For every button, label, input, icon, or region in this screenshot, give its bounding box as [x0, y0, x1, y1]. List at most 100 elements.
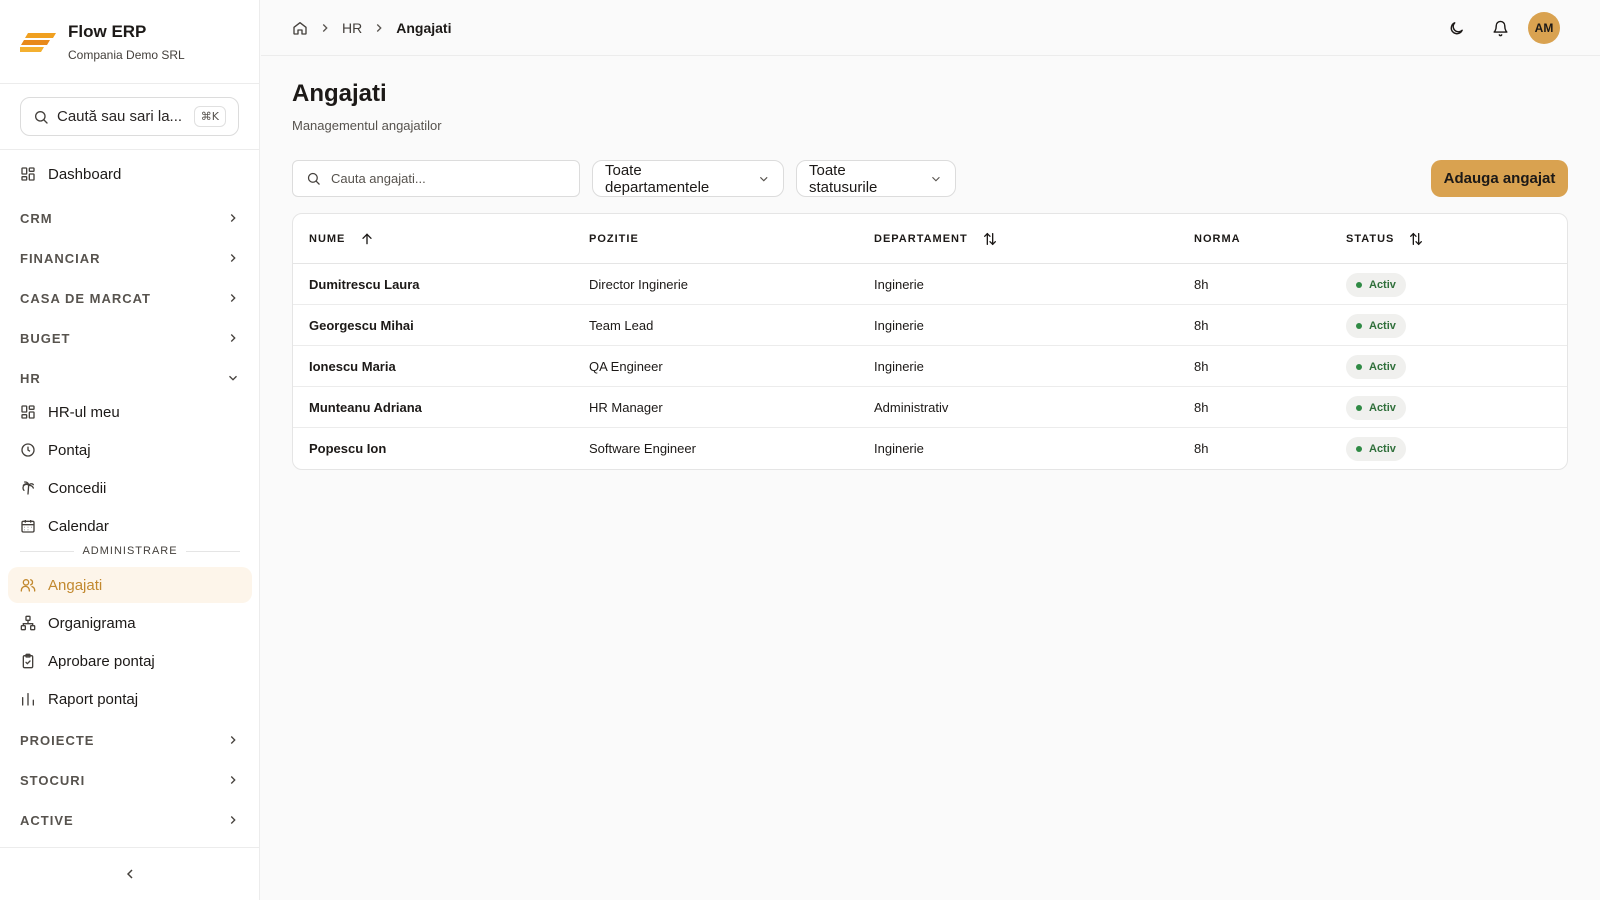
cell-position: HR Manager [589, 400, 663, 415]
table-header: NUME POZITIE DEPARTAMENT NORMA STATUS [293, 214, 1567, 264]
sidebar-item-aprobare-pontaj[interactable]: Aprobare pontaj [8, 643, 252, 679]
status-badge: Activ [1346, 395, 1406, 420]
chevron-down-icon [760, 176, 769, 181]
palm-tree-icon [22, 481, 34, 495]
column-label: DEPARTAMENT [874, 233, 968, 245]
sidebar-item-label: Aprobare pontaj [48, 652, 155, 670]
company-name: Compania Demo SRL [68, 47, 185, 62]
status-select[interactable]: Toate statusurile [796, 160, 956, 197]
department-select-value: Toate departamentele [605, 161, 710, 196]
sidebar-item-hr-ul-meu[interactable]: HR-ul meu [8, 394, 252, 430]
sort-icon [1410, 232, 1423, 246]
home-icon[interactable] [292, 20, 308, 36]
table-row[interactable]: Georgescu Mihai Team Lead Inginerie 8h A… [293, 305, 1567, 346]
chevron-right-icon [377, 23, 382, 32]
breadcrumb-current: Angajati [396, 19, 452, 36]
cell-position: Director Inginerie [589, 277, 688, 292]
employee-search-input[interactable] [331, 171, 561, 186]
search-icon [307, 172, 320, 185]
employee-search[interactable] [292, 160, 580, 197]
brand[interactable]: Flow ERP Compania Demo SRL [0, 0, 259, 84]
sidebar-item-raport-pontaj[interactable]: Raport pontaj [8, 681, 252, 717]
chevron-down-icon [932, 176, 940, 182]
section-label: HR [20, 370, 41, 386]
cell-name[interactable]: Popescu Ion [309, 428, 386, 469]
sidebar-section-casa-de-marcat[interactable]: CASA DE MARCAT [20, 288, 240, 308]
column-header-nume[interactable]: NUME [309, 214, 375, 264]
calendar-icon [21, 520, 35, 533]
column-header-departament[interactable]: DEPARTAMENT [874, 214, 998, 264]
page-title: Angajati [292, 80, 387, 107]
cell-norm: 8h [1194, 318, 1209, 333]
section-label: FINANCIAR [20, 250, 101, 266]
status-badge-label: Activ [1369, 401, 1396, 414]
column-header-norma[interactable]: NORMA [1194, 214, 1241, 264]
sidebar-item-label: HR-ul meu [48, 403, 120, 421]
chevron-right-icon [230, 254, 236, 262]
clock-icon [21, 443, 35, 457]
filters-bar: Toate departamentele Toate statusurile A… [292, 160, 1568, 197]
sidebar-item-organigrama[interactable]: Organigrama [8, 605, 252, 641]
cell-department: Inginerie [874, 359, 924, 374]
sidebar-search-placeholder: Caută sau sari la... [57, 108, 183, 125]
cell-norm: 8h [1194, 400, 1209, 415]
table-row[interactable]: Munteanu Adriana HR Manager Administrati… [293, 387, 1567, 428]
chevron-right-icon [230, 334, 236, 342]
sidebar-item-calendar[interactable]: Calendar [8, 508, 252, 544]
chevron-down-icon [229, 375, 237, 381]
cell-name[interactable]: Georgescu Mihai [309, 305, 414, 346]
brand-name: Flow ERP [68, 21, 147, 41]
table-row[interactable]: Dumitrescu Laura Director Inginerie Ingi… [293, 264, 1567, 305]
column-header-status[interactable]: STATUS [1346, 214, 1424, 264]
sidebar-section-hr[interactable]: HR [20, 368, 240, 388]
cell-department: Administrativ [874, 400, 949, 415]
cell-name[interactable]: Dumitrescu Laura [309, 264, 420, 305]
sidebar-section-crm[interactable]: CRM [20, 208, 240, 228]
sidebar-item-label: Angajati [48, 576, 103, 594]
sidebar-item-dashboard[interactable]: Dashboard [8, 156, 252, 192]
breadcrumb-hr[interactable]: HR [342, 20, 362, 36]
sidebar-item-label: Calendar [48, 517, 109, 535]
section-label: ACTIVE [20, 812, 74, 828]
notifications-button[interactable] [1484, 12, 1516, 44]
sidebar-section-proiecte[interactable]: PROIECTE [20, 730, 240, 750]
cell-name[interactable]: Ionescu Maria [309, 346, 396, 387]
chevron-left-icon [126, 869, 133, 879]
status-select-value: Toate statusurile [809, 161, 878, 196]
sidebar-search[interactable]: Caută sau sari la... ⌘K [20, 97, 239, 136]
bell-icon [1492, 20, 1508, 36]
status-badge: Activ [1346, 272, 1406, 297]
sidebar-section-active[interactable]: ACTIVE [20, 810, 240, 830]
sidebar-section-stocuri[interactable]: STOCURI [20, 770, 240, 790]
add-employee-button[interactable]: Adauga angajat [1431, 160, 1568, 197]
sidebar-section-financiar[interactable]: FINANCIAR [20, 248, 240, 268]
department-select[interactable]: Toate departamentele [592, 160, 784, 197]
theme-toggle-button[interactable] [1440, 12, 1472, 44]
cell-norm: 8h [1194, 277, 1209, 292]
page-subtitle: Managementul angajatilor [292, 118, 442, 133]
sidebar-item-concedii[interactable]: Concedii [8, 470, 252, 506]
clipboard-check-icon [22, 653, 34, 669]
flow-logo-icon [20, 32, 56, 52]
dashboard-icon [21, 167, 35, 181]
admin-divider: ADMINISTRARE [20, 545, 240, 557]
collapse-sidebar-button[interactable] [0, 847, 260, 900]
chevron-right-icon [322, 23, 328, 32]
column-header-pozitie[interactable]: POZITIE [589, 214, 639, 264]
cell-position: QA Engineer [589, 359, 663, 374]
section-label: CASA DE MARCAT [20, 290, 151, 306]
sidebar-item-pontaj[interactable]: Pontaj [8, 432, 252, 468]
cell-name[interactable]: Munteanu Adriana [309, 387, 422, 428]
status-badge: Activ [1346, 436, 1406, 461]
avatar[interactable]: AM [1528, 12, 1560, 44]
sidebar-item-angajati[interactable]: Angajati [8, 567, 252, 603]
table-row[interactable]: Ionescu Maria QA Engineer Inginerie 8h A… [293, 346, 1567, 387]
status-badge-label: Activ [1369, 360, 1396, 373]
dashboard-icon [21, 405, 35, 419]
sidebar: Flow ERP Compania Demo SRL Caută sau sar… [0, 0, 260, 900]
sidebar-item-label: Raport pontaj [48, 690, 139, 708]
sidebar-section-buget[interactable]: BUGET [20, 328, 240, 348]
section-label: BUGET [20, 330, 71, 346]
chevron-right-icon [230, 736, 236, 744]
table-row[interactable]: Popescu Ion Software Engineer Inginerie … [293, 428, 1567, 469]
